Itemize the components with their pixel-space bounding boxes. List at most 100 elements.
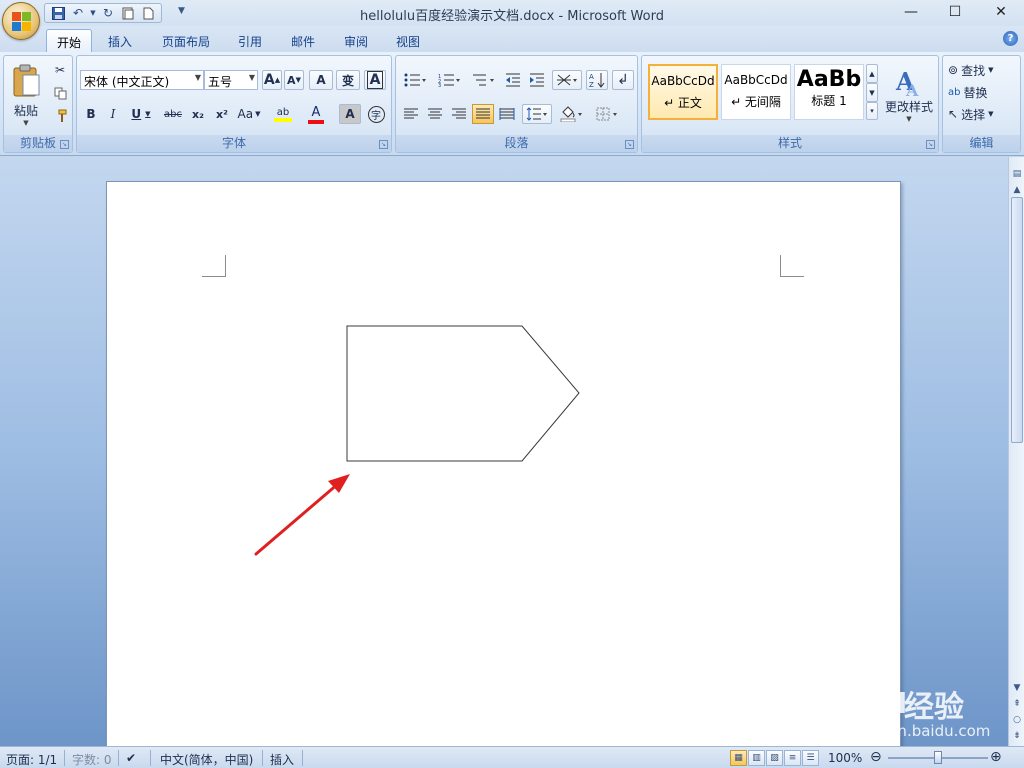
tab-insert[interactable]: 插入 <box>98 29 142 52</box>
zoom-slider-thumb[interactable] <box>934 751 942 764</box>
clipboard-launcher-icon[interactable]: ↘ <box>60 140 69 149</box>
zoom-in-icon[interactable]: ⊕ <box>990 749 1002 765</box>
italic-button[interactable]: I <box>103 104 123 124</box>
close-button[interactable]: ✕ <box>988 3 1014 21</box>
align-center-button[interactable] <box>424 104 446 124</box>
select-button[interactable]: ↖ 选择 ▼ <box>947 104 1017 124</box>
align-left-button[interactable] <box>400 104 422 124</box>
paste-button[interactable]: 粘贴 ▼ <box>6 59 46 131</box>
proofing-icon[interactable]: ✔ <box>126 751 136 765</box>
superscript-button[interactable]: x² <box>211 104 233 124</box>
paragraph-launcher-icon[interactable]: ↘ <box>625 140 634 149</box>
bold-button[interactable]: B <box>81 104 101 124</box>
change-styles-icon: A A <box>895 68 919 98</box>
copy-icon[interactable] <box>50 83 70 103</box>
strikethrough-button[interactable]: abc <box>161 104 185 124</box>
character-shading-button[interactable]: A <box>339 104 361 124</box>
tab-review[interactable]: 审阅 <box>334 29 378 52</box>
ruler-toggle-icon[interactable]: ▤ <box>1010 167 1024 181</box>
borders-button[interactable] <box>592 104 624 124</box>
underline-button[interactable]: U ▼ <box>127 104 155 124</box>
styles-scroll-up-icon[interactable]: ▲ <box>866 64 878 83</box>
chinese-layout-icon <box>557 74 577 86</box>
grow-font-button[interactable]: A ▲ <box>262 70 282 90</box>
distributed-button[interactable] <box>496 104 518 124</box>
status-bar: 页面: 1/1 字数: 0 ✔ 中文(简体，中国) 插入 ▦ ▥ ▨ ≡ ☰ 1… <box>0 746 1024 768</box>
decrease-indent-button[interactable] <box>502 70 524 90</box>
bullets-button[interactable] <box>400 70 430 90</box>
styles-launcher-icon[interactable]: ↘ <box>926 140 935 149</box>
find-button[interactable]: ⊚ 查找 ▼ <box>947 60 1017 80</box>
maximize-button[interactable]: ☐ <box>942 3 968 21</box>
svg-text:A: A <box>905 81 919 98</box>
format-painter-icon[interactable] <box>50 106 70 126</box>
align-right-icon <box>452 108 466 119</box>
chinese-layout-button[interactable] <box>552 70 582 90</box>
replace-button[interactable]: ab 替换 <box>947 82 1017 102</box>
minimize-button[interactable]: — <box>898 3 924 21</box>
numbering-button[interactable]: 123 <box>434 70 464 90</box>
increase-indent-button[interactable] <box>526 70 548 90</box>
previous-page-icon[interactable]: ⇞ <box>1010 697 1024 711</box>
scroll-up-icon[interactable]: ▲ <box>1010 183 1024 197</box>
page-count[interactable]: 页面: 1/1 <box>6 751 57 768</box>
pentagon-arrow-shape[interactable] <box>346 325 580 462</box>
style-tile-heading-1[interactable]: AaBb 标题 1 <box>794 64 864 120</box>
browse-object-icon[interactable]: ○ <box>1010 713 1024 727</box>
binoculars-icon: ⊚ <box>948 63 959 77</box>
tab-mailings[interactable]: 邮件 <box>281 29 325 52</box>
style-tile-no-spacing[interactable]: AaBbCcDd ↵ 无间隔 <box>721 64 791 120</box>
zoom-out-icon[interactable]: ⊖ <box>870 749 882 765</box>
clear-formatting-button[interactable]: A <box>309 70 333 90</box>
next-page-icon[interactable]: ⇟ <box>1010 729 1024 743</box>
full-screen-reading-view-icon[interactable]: ▥ <box>748 750 765 766</box>
cut-icon[interactable]: ✂ <box>50 60 70 80</box>
styles-more-icon[interactable]: ▾ <box>866 102 878 120</box>
align-right-button[interactable] <box>448 104 470 124</box>
tab-page-layout[interactable]: 页面布局 <box>152 29 220 52</box>
web-layout-view-icon[interactable]: ▨ <box>766 750 783 766</box>
enclose-characters-button[interactable]: 字 <box>365 104 387 124</box>
insert-mode[interactable]: 插入 <box>270 751 294 768</box>
draft-view-icon[interactable]: ☰ <box>802 750 819 766</box>
highlight-button[interactable]: ab <box>267 102 299 126</box>
font-name-combo[interactable]: 宋体 (中文正文) ▼ <box>80 70 204 90</box>
language-indicator[interactable]: 中文(简体，中国) <box>160 751 253 768</box>
font-launcher-icon[interactable]: ↘ <box>379 140 388 149</box>
change-styles-button[interactable]: A A 更改样式 ▼ <box>882 60 936 130</box>
justify-button[interactable] <box>472 104 494 124</box>
tab-view[interactable]: 视图 <box>386 29 430 52</box>
styles-group-label: 样式 <box>642 135 938 152</box>
line-spacing-button[interactable] <box>522 104 552 124</box>
tab-references[interactable]: 引用 <box>228 29 272 52</box>
style-tile-normal[interactable]: AaBbCcDd ↵ 正文 <box>648 64 718 120</box>
decrease-indent-icon <box>506 73 520 87</box>
zoom-level[interactable]: 100% <box>828 751 862 765</box>
tab-home[interactable]: 开始 <box>46 29 93 52</box>
styles-scroll-down-icon[interactable]: ▼ <box>866 83 878 102</box>
subscript-button[interactable]: x₂ <box>187 104 209 124</box>
phonetic-guide-button[interactable]: 变 <box>336 70 360 90</box>
align-center-icon <box>428 108 442 119</box>
word-count[interactable]: 字数: 0 <box>72 751 112 768</box>
cursor-icon: ↖ <box>948 107 959 121</box>
styles-group: AaBbCcDd ↵ 正文 AaBbCcDd ↵ 无间隔 AaBb 标题 1 ▲… <box>641 55 939 153</box>
shading-button[interactable] <box>556 104 588 124</box>
shrink-font-button[interactable]: A ▼ <box>284 70 304 90</box>
outline-view-icon[interactable]: ≡ <box>784 750 801 766</box>
scroll-down-icon[interactable]: ▼ <box>1010 681 1024 695</box>
sort-button[interactable]: AZ <box>586 70 608 90</box>
font-color-button[interactable]: A <box>301 102 331 126</box>
vertical-scrollbar[interactable]: ▤ ▲ ▼ ⇞ ○ ⇟ <box>1008 157 1024 746</box>
help-icon[interactable]: ? <box>1003 31 1018 46</box>
font-size-combo[interactable]: 五号 ▼ <box>204 70 258 90</box>
character-border-button[interactable]: A <box>364 70 386 90</box>
scrollbar-thumb[interactable] <box>1011 197 1023 443</box>
window-title: hellolulu百度经验演示文档.docx - Microsoft Word <box>360 9 664 24</box>
superscript-icon: x² <box>216 107 228 121</box>
show-marks-button[interactable]: ↲ <box>612 70 634 90</box>
office-button[interactable] <box>2 2 40 40</box>
change-case-button[interactable]: Aa ▼ <box>235 104 263 124</box>
print-layout-view-icon[interactable]: ▦ <box>730 750 747 766</box>
multilevel-list-button[interactable] <box>468 70 498 90</box>
